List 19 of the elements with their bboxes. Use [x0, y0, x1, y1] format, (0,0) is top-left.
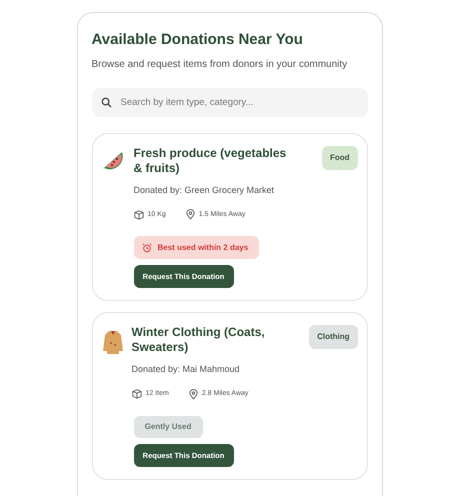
- page-subtitle: Browse and request items from donors in your community: [92, 58, 348, 72]
- coat-icon: [102, 329, 124, 356]
- box-icon: [134, 210, 144, 220]
- category-tag: Food: [322, 146, 358, 170]
- alarm-clock-icon: [142, 242, 152, 253]
- category-tag: Clothing: [309, 325, 358, 350]
- location-pin-icon: [186, 209, 195, 220]
- donation-title: Fresh produce (vegetables & fruits): [134, 146, 288, 176]
- donor-text: Donated by: Green Grocery Market: [134, 184, 276, 197]
- search-field[interactable]: Search by item type, category...: [92, 88, 368, 117]
- box-icon: [132, 389, 142, 400]
- condition-tag: Gently Used: [134, 416, 202, 438]
- search-icon: [100, 96, 112, 108]
- watermelon-icon: [102, 150, 126, 172]
- location-pin-icon: [188, 388, 198, 400]
- donor-text: Donated by: Mai Mahmoud: [132, 363, 241, 376]
- page-title: Available Donations Near You: [92, 31, 304, 50]
- expiry-note: Best used within 2 days: [134, 236, 258, 260]
- donation-title: Winter Clothing (Coats, Sweaters): [132, 325, 266, 356]
